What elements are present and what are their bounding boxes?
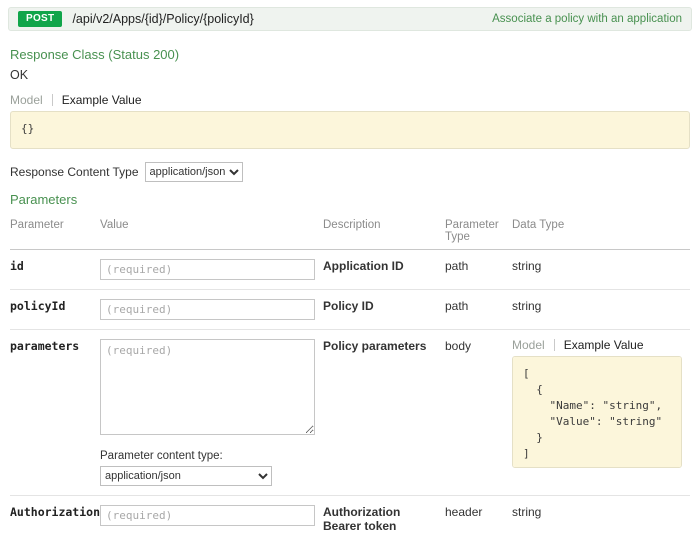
operation-header: POST /api/v2/Apps/{id}/Policy/{policyId}… (8, 7, 692, 31)
column-header-value: Value (100, 213, 323, 250)
response-content-type-row: Response Content Type application/json (10, 162, 690, 182)
param-description-id: Application ID (323, 250, 445, 290)
operation-content: Response Class (Status 200) OK Model Exa… (0, 35, 700, 542)
response-class-heading: Response Class (Status 200) (10, 47, 690, 62)
parameters-table-header-row: Parameter Value Description Parameter Ty… (10, 213, 690, 250)
param-value-input-id[interactable] (100, 259, 315, 280)
param-data-type-authorization: string (512, 496, 690, 542)
table-row-policyid: policyId Policy ID path string (10, 290, 690, 330)
column-header-parameter: Parameter (10, 213, 100, 250)
param-data-type-id: string (512, 250, 690, 290)
param-description-policyid: Policy ID (323, 290, 445, 330)
param-type-policyid: path (445, 290, 512, 330)
response-example-snippet: {} (10, 111, 690, 149)
param-name-id: id (10, 250, 100, 290)
param-type-authorization: header (445, 496, 512, 542)
param-name-authorization: Authorization (10, 496, 100, 542)
tab-separator (52, 94, 53, 106)
tab-model[interactable]: Model (10, 92, 50, 108)
param-data-type-policyid: string (512, 290, 690, 330)
column-header-parameter-type: Parameter Type (445, 213, 512, 250)
body-tab-model[interactable]: Model (512, 337, 552, 353)
param-value-input-policyid[interactable] (100, 299, 315, 320)
param-type-parameters: body (445, 330, 512, 496)
response-content-type-select[interactable]: application/json (145, 162, 243, 182)
parameter-content-type-label: Parameter content type: (100, 450, 315, 462)
table-row-id: id Application ID path string (10, 250, 690, 290)
response-tabs: Model Example Value (10, 92, 690, 108)
body-param-tabs: Model Example Value (512, 337, 682, 353)
parameters-table: Parameter Value Description Parameter Ty… (10, 213, 690, 542)
table-row-parameters: parameters Parameter content type: appli… (10, 330, 690, 496)
response-status-text: OK (10, 68, 690, 82)
parameter-content-type-select[interactable]: application/json (100, 466, 272, 486)
column-header-data-type: Data Type (512, 213, 690, 250)
param-description-parameters: Policy parameters (323, 330, 445, 496)
param-value-input-authorization[interactable] (100, 505, 315, 526)
parameters-heading: Parameters (10, 192, 690, 207)
body-example-snippet: [ { "Name": "string", "Value": "string" … (512, 356, 682, 468)
tab-separator (554, 339, 555, 351)
param-name-policyid: policyId (10, 290, 100, 330)
endpoint-path[interactable]: /api/v2/Apps/{id}/Policy/{policyId} (72, 12, 253, 26)
param-type-id: path (445, 250, 512, 290)
param-name-parameters: parameters (10, 330, 100, 496)
table-row-authorization: Authorization Authorization Bearer token… (10, 496, 690, 542)
param-description-authorization: Authorization Bearer token (323, 496, 445, 542)
operation-summary-link[interactable]: Associate a policy with an application (492, 13, 682, 25)
response-content-type-label: Response Content Type (10, 165, 139, 179)
http-method-badge: POST (18, 11, 62, 27)
column-header-description: Description (323, 213, 445, 250)
body-tab-example-value[interactable]: Example Value (557, 337, 651, 353)
tab-example-value[interactable]: Example Value (55, 92, 149, 108)
param-value-textarea-parameters[interactable] (100, 339, 315, 435)
